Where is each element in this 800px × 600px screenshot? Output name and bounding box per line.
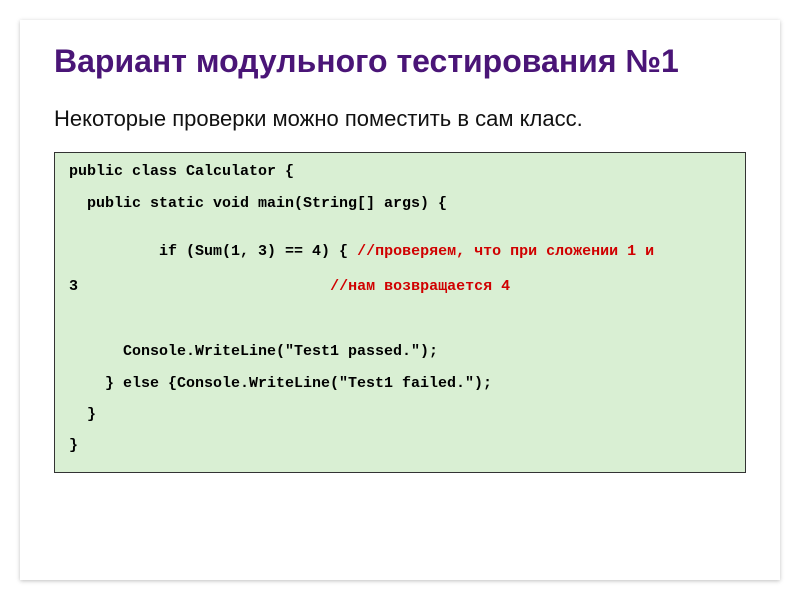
slide-title: Вариант модульного тестирования №1 xyxy=(54,42,746,80)
slide-subtitle: Некоторые проверки можно поместить в сам… xyxy=(54,106,746,132)
code-line: } xyxy=(69,437,731,454)
code-line: public class Calculator { xyxy=(69,163,731,180)
code-line: public static void main(String[] args) { xyxy=(69,195,731,212)
code-line: } else {Console.WriteLine("Test1 failed.… xyxy=(69,375,731,392)
code-text: if (Sum(1, 3) == 4) { xyxy=(123,243,357,260)
code-comment: //проверяем, что при сложении 1 и xyxy=(357,243,654,260)
code-line: } xyxy=(69,406,731,423)
code-line: if (Sum(1, 3) == 4) { //проверяем, что п… xyxy=(69,226,731,330)
slide: Вариант модульного тестирования №1 Некот… xyxy=(20,20,780,580)
code-line: Console.WriteLine("Test1 passed."); xyxy=(69,343,731,360)
code-box: public class Calculator { public static … xyxy=(54,152,746,473)
